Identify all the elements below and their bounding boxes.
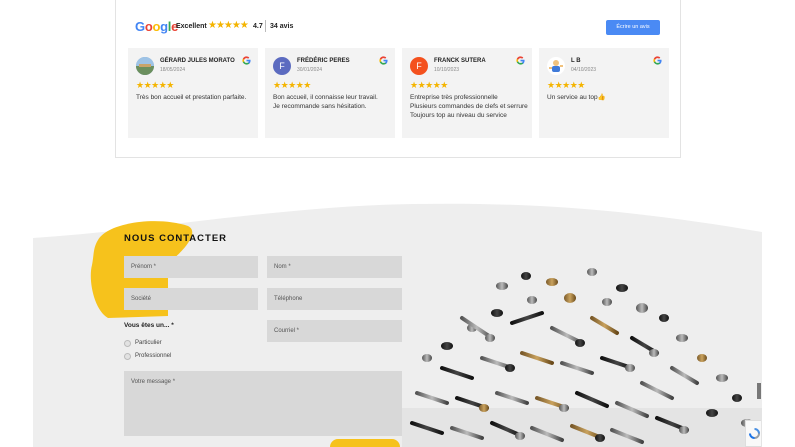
reviewer-name: FRÉDÉRIC PERES — [297, 58, 350, 64]
rating-value: 4.7 — [253, 23, 263, 30]
review-stars: ★★★★★ — [273, 80, 311, 90]
review-date: 10/10/2023 — [434, 67, 460, 73]
avatar: F — [410, 57, 428, 75]
avatar — [547, 57, 565, 75]
google-g-icon — [379, 56, 388, 65]
google-logo: Google — [135, 19, 179, 34]
recaptcha-icon — [749, 428, 760, 439]
message-field[interactable]: Votre message * — [124, 371, 402, 436]
recaptcha-badge[interactable] — [745, 420, 761, 447]
review-date: 30/01/2024 — [297, 67, 323, 73]
reviews-header: Google Excellent ★★★★★ 4.7 34 avis Écrir… — [135, 15, 663, 41]
review-date: 04/10/2023 — [571, 67, 597, 73]
review-text: Très bon accueil et prestation parfaite. — [136, 94, 247, 101]
reviewer-name: GÉRARD JULES MORATO — [160, 58, 235, 64]
review-text: Un service au top👍 — [547, 94, 606, 101]
review-date: 18/05/2024 — [160, 67, 186, 73]
review-stars: ★★★★★ — [410, 80, 448, 90]
radio-label: Professionnel — [135, 353, 172, 359]
google-g-icon — [516, 56, 525, 65]
write-review-button[interactable]: Écrire un avis — [606, 20, 660, 35]
user-type-label: Vous êtes un... * — [124, 322, 174, 329]
summary-label: Excellent — [176, 23, 207, 30]
contact-title: NOUS CONTACTER — [124, 233, 228, 244]
radio-circle[interactable] — [124, 352, 131, 360]
company-field[interactable]: Société — [124, 288, 258, 310]
divider — [265, 20, 266, 32]
radio-label: Particulier — [135, 340, 162, 346]
review-card: F FRÉDÉRIC PERES 30/01/2024 ★★★★★ Bon ac… — [265, 48, 395, 138]
email-field[interactable]: Courriel * — [267, 320, 402, 342]
review-stars: ★★★★★ — [136, 80, 174, 90]
scroll-tab[interactable] — [757, 383, 761, 399]
phone-field[interactable]: Téléphone — [267, 288, 402, 310]
google-g-icon — [653, 56, 662, 65]
last-name-field[interactable]: Nom * — [267, 256, 402, 278]
first-name-field[interactable]: Prénom * — [124, 256, 258, 278]
reviewer-name: FRANCK SUTERA — [434, 58, 486, 64]
radio-circle[interactable] — [124, 339, 131, 347]
avatar — [136, 57, 154, 75]
reviewer-name: L B — [571, 58, 581, 64]
review-card: F FRANCK SUTERA 10/10/2023 ★★★★★ Entrepr… — [402, 48, 532, 138]
review-text: Bon accueil, il connaisse leur travail. … — [273, 94, 378, 110]
submit-button-edge[interactable] — [330, 439, 400, 447]
screws-image — [402, 258, 762, 447]
radio-particulier[interactable]: Particulier — [124, 338, 162, 348]
review-card: L B 04/10/2023 ★★★★★ Un service au top👍 — [539, 48, 669, 138]
review-stars: ★★★★★ — [547, 80, 585, 90]
radio-professionnel[interactable]: Professionnel — [124, 351, 171, 361]
avatar: F — [273, 57, 291, 75]
review-text: Entreprise très professionnelle Plusieur… — [410, 94, 528, 119]
review-count: 34 avis — [270, 23, 294, 30]
rating-stars: ★★★★★ — [208, 20, 249, 31]
google-g-icon — [242, 56, 251, 65]
review-card: GÉRARD JULES MORATO 18/05/2024 ★★★★★ Trè… — [128, 48, 258, 138]
